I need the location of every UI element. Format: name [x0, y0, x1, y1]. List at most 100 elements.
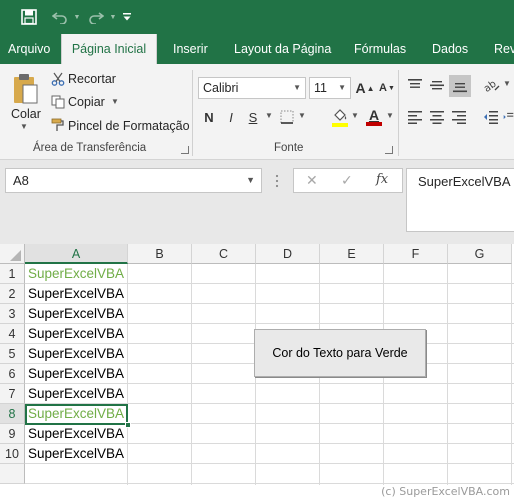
enter-icon[interactable]: ✓ — [341, 172, 353, 189]
redo-icon[interactable] — [85, 7, 107, 27]
paste-dropdown-icon[interactable]: ▼ — [20, 122, 28, 131]
align-left-icon[interactable] — [405, 107, 425, 127]
increase-indent-icon[interactable] — [503, 107, 514, 127]
scissors-icon[interactable] — [50, 71, 66, 87]
cell-a6[interactable]: SuperExcelVBA — [28, 364, 124, 384]
row-header-6[interactable]: 6 — [0, 364, 25, 384]
italic-button[interactable]: I — [221, 107, 241, 127]
font-size-select[interactable]: 11 ▼ — [309, 77, 351, 99]
row-header-7[interactable]: 7 — [0, 384, 25, 404]
copy-icon[interactable] — [50, 94, 66, 110]
row-header-8[interactable]: 8 — [0, 404, 25, 424]
footer: (c) SuperExcelVBA.com — [0, 485, 514, 499]
grow-font-button[interactable]: A ▲ — [355, 78, 375, 98]
cell-a9[interactable]: SuperExcelVBA — [28, 424, 124, 444]
align-bottom-icon[interactable] — [449, 75, 471, 97]
align-center-icon[interactable] — [427, 107, 447, 127]
column-header-d[interactable]: D — [256, 244, 320, 264]
chevron-down-icon: ▼ — [293, 83, 301, 92]
bold-button[interactable]: N — [199, 107, 219, 127]
ribbon: Colar ▼ Recortar Copiar ▼ Pincel de Form… — [0, 64, 514, 160]
undo-dropdown-icon[interactable]: ▼ — [72, 7, 82, 27]
row-header-2[interactable]: 2 — [0, 284, 25, 304]
borders-dropdown-icon[interactable]: ▼ — [298, 111, 306, 120]
clipboard-group-label: Área de Transferência — [33, 142, 147, 154]
copy-dropdown-icon[interactable]: ▼ — [111, 97, 119, 106]
column-header-f[interactable]: F — [384, 244, 448, 264]
cell-a4[interactable]: SuperExcelVBA — [28, 324, 124, 344]
customize-icon[interactable] — [121, 7, 133, 27]
formula-bar-grip-icon[interactable] — [270, 172, 284, 190]
fill-color-dropdown-icon[interactable]: ▼ — [351, 111, 359, 120]
cancel-icon[interactable]: ✕ — [306, 172, 318, 189]
font-color-dropdown-icon[interactable]: ▼ — [386, 111, 394, 120]
font-family-select[interactable]: Calibri ▼ — [198, 77, 306, 99]
borders-icon[interactable] — [278, 108, 296, 126]
paste-icon[interactable] — [10, 72, 40, 106]
column-header-c[interactable]: C — [192, 244, 256, 264]
tab-layout-da-pagina[interactable]: Layout da Página — [234, 34, 331, 64]
column-header-a[interactable]: A — [25, 244, 128, 264]
select-all-corner[interactable] — [0, 244, 25, 264]
row-header-5[interactable]: 5 — [0, 344, 25, 364]
undo-icon[interactable] — [49, 7, 71, 27]
svg-text:ab: ab — [483, 79, 499, 93]
align-right-icon[interactable] — [449, 107, 469, 127]
tab-arquivo[interactable]: Arquivo — [8, 34, 50, 64]
cell-a1[interactable]: SuperExcelVBA — [28, 264, 124, 284]
font-color-button[interactable]: A — [364, 106, 384, 128]
gridline — [127, 264, 128, 485]
cell-a5[interactable]: SuperExcelVBA — [28, 344, 124, 364]
tab-dados[interactable]: Dados — [432, 34, 468, 64]
format-painter-label[interactable]: Pincel de Formatação — [68, 119, 190, 133]
fill-color-icon[interactable] — [330, 106, 350, 128]
title-bar: ▼ ▼ — [0, 0, 514, 34]
cell-a10[interactable]: SuperExcelVBA — [28, 444, 124, 464]
clipboard-launcher-icon[interactable] — [181, 146, 189, 154]
cell-a7[interactable]: SuperExcelVBA — [28, 384, 124, 404]
row-header-10[interactable]: 10 — [0, 444, 25, 464]
group-separator — [192, 70, 193, 156]
name-box[interactable]: A8 ▼ — [5, 168, 262, 193]
align-top-icon[interactable] — [405, 75, 425, 95]
shrink-font-button[interactable]: A ▼ — [377, 78, 397, 98]
tab-revisao[interactable]: Rev — [494, 34, 514, 64]
formula-buttons: ✕ ✓ fx — [293, 168, 403, 193]
underline-dropdown-icon[interactable]: ▼ — [265, 111, 273, 120]
tab-inserir[interactable]: Inserir — [173, 34, 208, 64]
orientation-icon[interactable]: ab — [481, 75, 503, 95]
tab-formulas[interactable]: Fórmulas — [354, 34, 406, 64]
copyright-text: (c) SuperExcelVBA.com — [381, 485, 510, 498]
cell-a2[interactable]: SuperExcelVBA — [28, 284, 124, 304]
copy-label[interactable]: Copiar — [68, 95, 105, 109]
row-header-3[interactable]: 3 — [0, 304, 25, 324]
row-header-1[interactable]: 1 — [0, 264, 25, 284]
font-launcher-icon[interactable] — [385, 146, 393, 154]
cut-label[interactable]: Recortar — [68, 72, 116, 86]
column-header-g[interactable]: G — [448, 244, 512, 264]
green-text-macro-button[interactable]: Cor do Texto para Verde — [254, 329, 426, 377]
formula-bar-area: A8 ▼ ✕ ✓ fx SuperExcelVBA — [0, 160, 514, 244]
format-painter-icon[interactable] — [50, 117, 66, 133]
cell-a3[interactable]: SuperExcelVBA — [28, 304, 124, 324]
row-header-4[interactable]: 4 — [0, 324, 25, 344]
row-header-9[interactable]: 9 — [0, 424, 25, 444]
insert-function-icon[interactable]: fx — [376, 172, 388, 187]
redo-dropdown-icon[interactable]: ▼ — [108, 7, 118, 27]
column-header-b[interactable]: B — [128, 244, 192, 264]
underline-button[interactable]: S — [243, 107, 263, 127]
gridline — [447, 264, 448, 485]
fill-handle[interactable] — [125, 422, 131, 428]
save-icon[interactable] — [18, 7, 40, 27]
ribbon-tabs: Arquivo Página Inicial Inserir Layout da… — [0, 34, 514, 64]
row-header-11[interactable] — [0, 464, 25, 484]
chevron-down-icon: ▼ — [338, 83, 346, 92]
formula-input[interactable]: SuperExcelVBA — [406, 168, 514, 232]
decrease-indent-icon[interactable] — [481, 107, 501, 127]
worksheet-grid[interactable]: A B C D E F G 1 2 3 4 5 6 7 8 9 10 Super… — [0, 244, 514, 485]
orientation-dropdown-icon[interactable]: ▼ — [503, 79, 511, 88]
tab-pagina-inicial[interactable]: Página Inicial — [61, 34, 157, 64]
paste-label[interactable]: Colar — [11, 107, 41, 121]
align-middle-icon[interactable] — [427, 75, 447, 95]
column-header-e[interactable]: E — [320, 244, 384, 264]
